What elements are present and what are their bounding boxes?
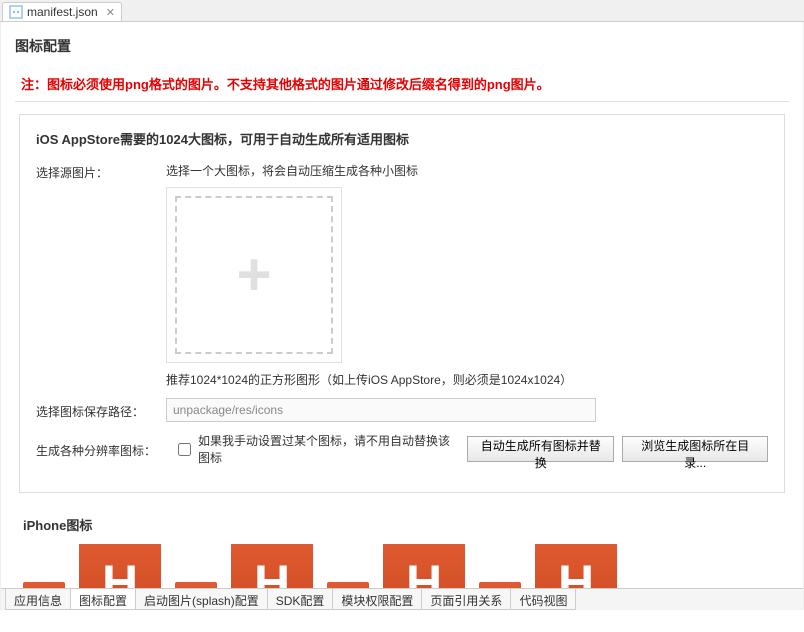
editor-tab-bar: manifest.json ✕ — [0, 0, 804, 22]
bottom-tab-4[interactable]: 模块权限配置 — [332, 589, 422, 610]
editor-page: 图标配置 注：图标必须使用png格式的图片。不支持其他格式的图片通过修改后缀名得… — [0, 22, 804, 610]
plus-icon: + — [236, 245, 271, 305]
iphone-section-title: iPhone图标 — [23, 515, 785, 534]
no-replace-checkbox-text: 如果我手动设置过某个图标，请不用自动替换该图标 — [198, 432, 459, 466]
source-image-hint: 选择一个大图标，将会自动压缩生成各种小图标 — [166, 162, 768, 179]
recommend-text: 推荐1024*1024的正方形图形（如上传iOS AppStore，则必须是10… — [166, 371, 768, 388]
bottom-tab-0[interactable]: 应用信息 — [5, 589, 71, 610]
generate-label: 生成各种分辨率图标： — [36, 440, 166, 459]
format-warning: 注：图标必须使用png格式的图片。不支持其他格式的图片通过修改后缀名得到的png… — [15, 66, 789, 102]
bottom-tab-1[interactable]: 图标配置 — [70, 589, 136, 610]
file-tab-manifest[interactable]: manifest.json ✕ — [2, 2, 122, 21]
bottom-tab-bar: 应用信息图标配置启动图片(splash)配置SDK配置模块权限配置页面引用关系代… — [1, 588, 803, 610]
ios-group-title: iOS AppStore需要的1024大图标，可用于自动生成所有适用图标 — [36, 129, 768, 148]
source-image-dropzone[interactable]: + — [166, 187, 342, 363]
close-icon[interactable]: ✕ — [106, 6, 115, 19]
bottom-tab-5[interactable]: 页面引用关系 — [421, 589, 511, 610]
page-title: 图标配置 — [15, 36, 789, 56]
file-tab-label: manifest.json — [27, 5, 98, 19]
ios-icon-group: iOS AppStore需要的1024大图标，可用于自动生成所有适用图标 选择源… — [19, 114, 785, 493]
save-path-label: 选择图标保存路径： — [36, 401, 166, 420]
save-path-input[interactable] — [166, 398, 596, 422]
bottom-tab-2[interactable]: 启动图片(splash)配置 — [135, 589, 268, 610]
source-image-label: 选择源图片： — [36, 162, 166, 181]
bottom-tab-6[interactable]: 代码视图 — [510, 589, 576, 610]
no-replace-checkbox-label[interactable]: 如果我手动设置过某个图标，请不用自动替换该图标 — [174, 432, 459, 466]
no-replace-checkbox[interactable] — [178, 443, 191, 456]
json-file-icon — [9, 5, 23, 19]
browse-output-button[interactable]: 浏览生成图标所在目录... — [622, 436, 768, 462]
bottom-tab-3[interactable]: SDK配置 — [267, 589, 334, 610]
generate-button[interactable]: 自动生成所有图标并替换 — [467, 436, 614, 462]
